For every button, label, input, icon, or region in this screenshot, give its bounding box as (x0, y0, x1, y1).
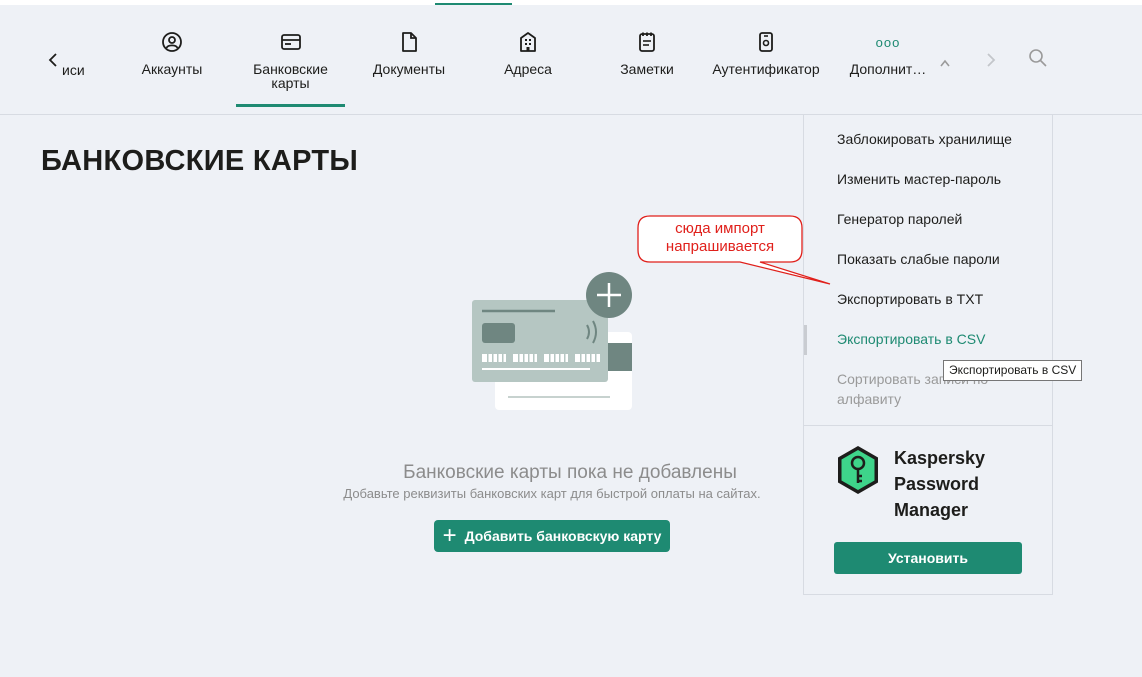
nav-prev-arrow[interactable] (44, 49, 62, 71)
chevron-left-icon (48, 53, 57, 67)
empty-state-subtitle: Добавьте реквизиты банковских карт для б… (343, 486, 761, 501)
tab-label: Адреса (504, 61, 552, 77)
tab-documents[interactable]: Документы (367, 27, 451, 107)
menu-item-change-master-password[interactable]: Изменить мастер-пароль (837, 171, 1001, 187)
tab-label: Банковские карты (253, 61, 328, 91)
document-icon (402, 32, 417, 52)
credit-card-icon (280, 34, 301, 50)
annotation-callout-text: сюда импорт напрашивается (640, 220, 800, 256)
tab-more[interactable]: ooo Дополнит… (846, 27, 930, 107)
menu-scroll-indicator[interactable] (804, 325, 807, 355)
tab-authenticator[interactable]: Аутентификатор (710, 27, 822, 107)
tab-label: Аккаунты (141, 61, 203, 77)
tab-label: Документы (372, 61, 446, 77)
phone-auth-icon (759, 32, 773, 52)
menu-item-show-weak-passwords[interactable]: Показать слабые пароли (837, 251, 1000, 267)
tab-notes[interactable]: Заметки (605, 27, 689, 107)
menu-item-password-generator[interactable]: Генератор паролей (837, 211, 962, 227)
install-button[interactable]: Установить (834, 542, 1022, 574)
menu-item-export-txt[interactable]: Экспортировать в TXT (837, 291, 983, 307)
kaspersky-password-manager-logo-icon (838, 446, 878, 494)
user-circle-icon (162, 32, 182, 52)
add-bank-card-label: Добавить банковскую карту (464, 528, 662, 544)
tab-addresses[interactable]: Адреса (486, 27, 570, 107)
empty-state-title: Банковские карты пока не добавлены (403, 462, 737, 483)
callout-line: напрашивается (665, 238, 775, 255)
chevron-up-icon[interactable] (936, 52, 954, 74)
tab-bank-cards[interactable]: Банковские карты (236, 27, 345, 107)
menu-item-export-csv[interactable]: Экспортировать в CSV (837, 331, 985, 347)
tab-label: Аутентификатор (712, 61, 820, 77)
callout-line: сюда импорт (675, 220, 765, 237)
kpm-product-name: Kaspersky Password Manager (894, 445, 1044, 523)
notepad-icon (639, 32, 655, 52)
kpm-name-line: Manager (894, 500, 969, 520)
menu-item-lock-vault[interactable]: Заблокировать хранилище (837, 131, 1012, 147)
kpm-name-line: Password (894, 474, 980, 494)
plus-icon: + (442, 522, 457, 549)
empty-cards-illustration (472, 272, 632, 410)
tab-partial-label[interactable]: иси (62, 62, 85, 78)
building-icon (520, 32, 536, 52)
add-bank-card-button[interactable]: + Добавить банковскую карту (434, 520, 670, 552)
tab-accounts[interactable]: Аккаунты (130, 27, 214, 107)
menu-divider (804, 425, 1052, 426)
chevron-right-icon (987, 53, 996, 67)
kpm-name-line: Kaspersky (894, 448, 986, 468)
active-tab-underline (236, 104, 345, 107)
category-navbar: иси Аккаунты Банковские карты Документы … (0, 5, 1142, 115)
more-dots-icon: ooo (875, 34, 901, 50)
tab-label: Заметки (620, 61, 674, 77)
more-menu-dropdown: Заблокировать хранилище Изменить мастер-… (803, 115, 1053, 595)
nav-next-arrow[interactable] (982, 49, 1000, 71)
page-title: БАНКОВСКИЕ КАРТЫ (41, 145, 359, 177)
tab-label: Дополнит… (849, 61, 927, 77)
export-csv-tooltip: Экспортировать в CSV (943, 360, 1083, 381)
search-icon[interactable] (1028, 48, 1048, 68)
